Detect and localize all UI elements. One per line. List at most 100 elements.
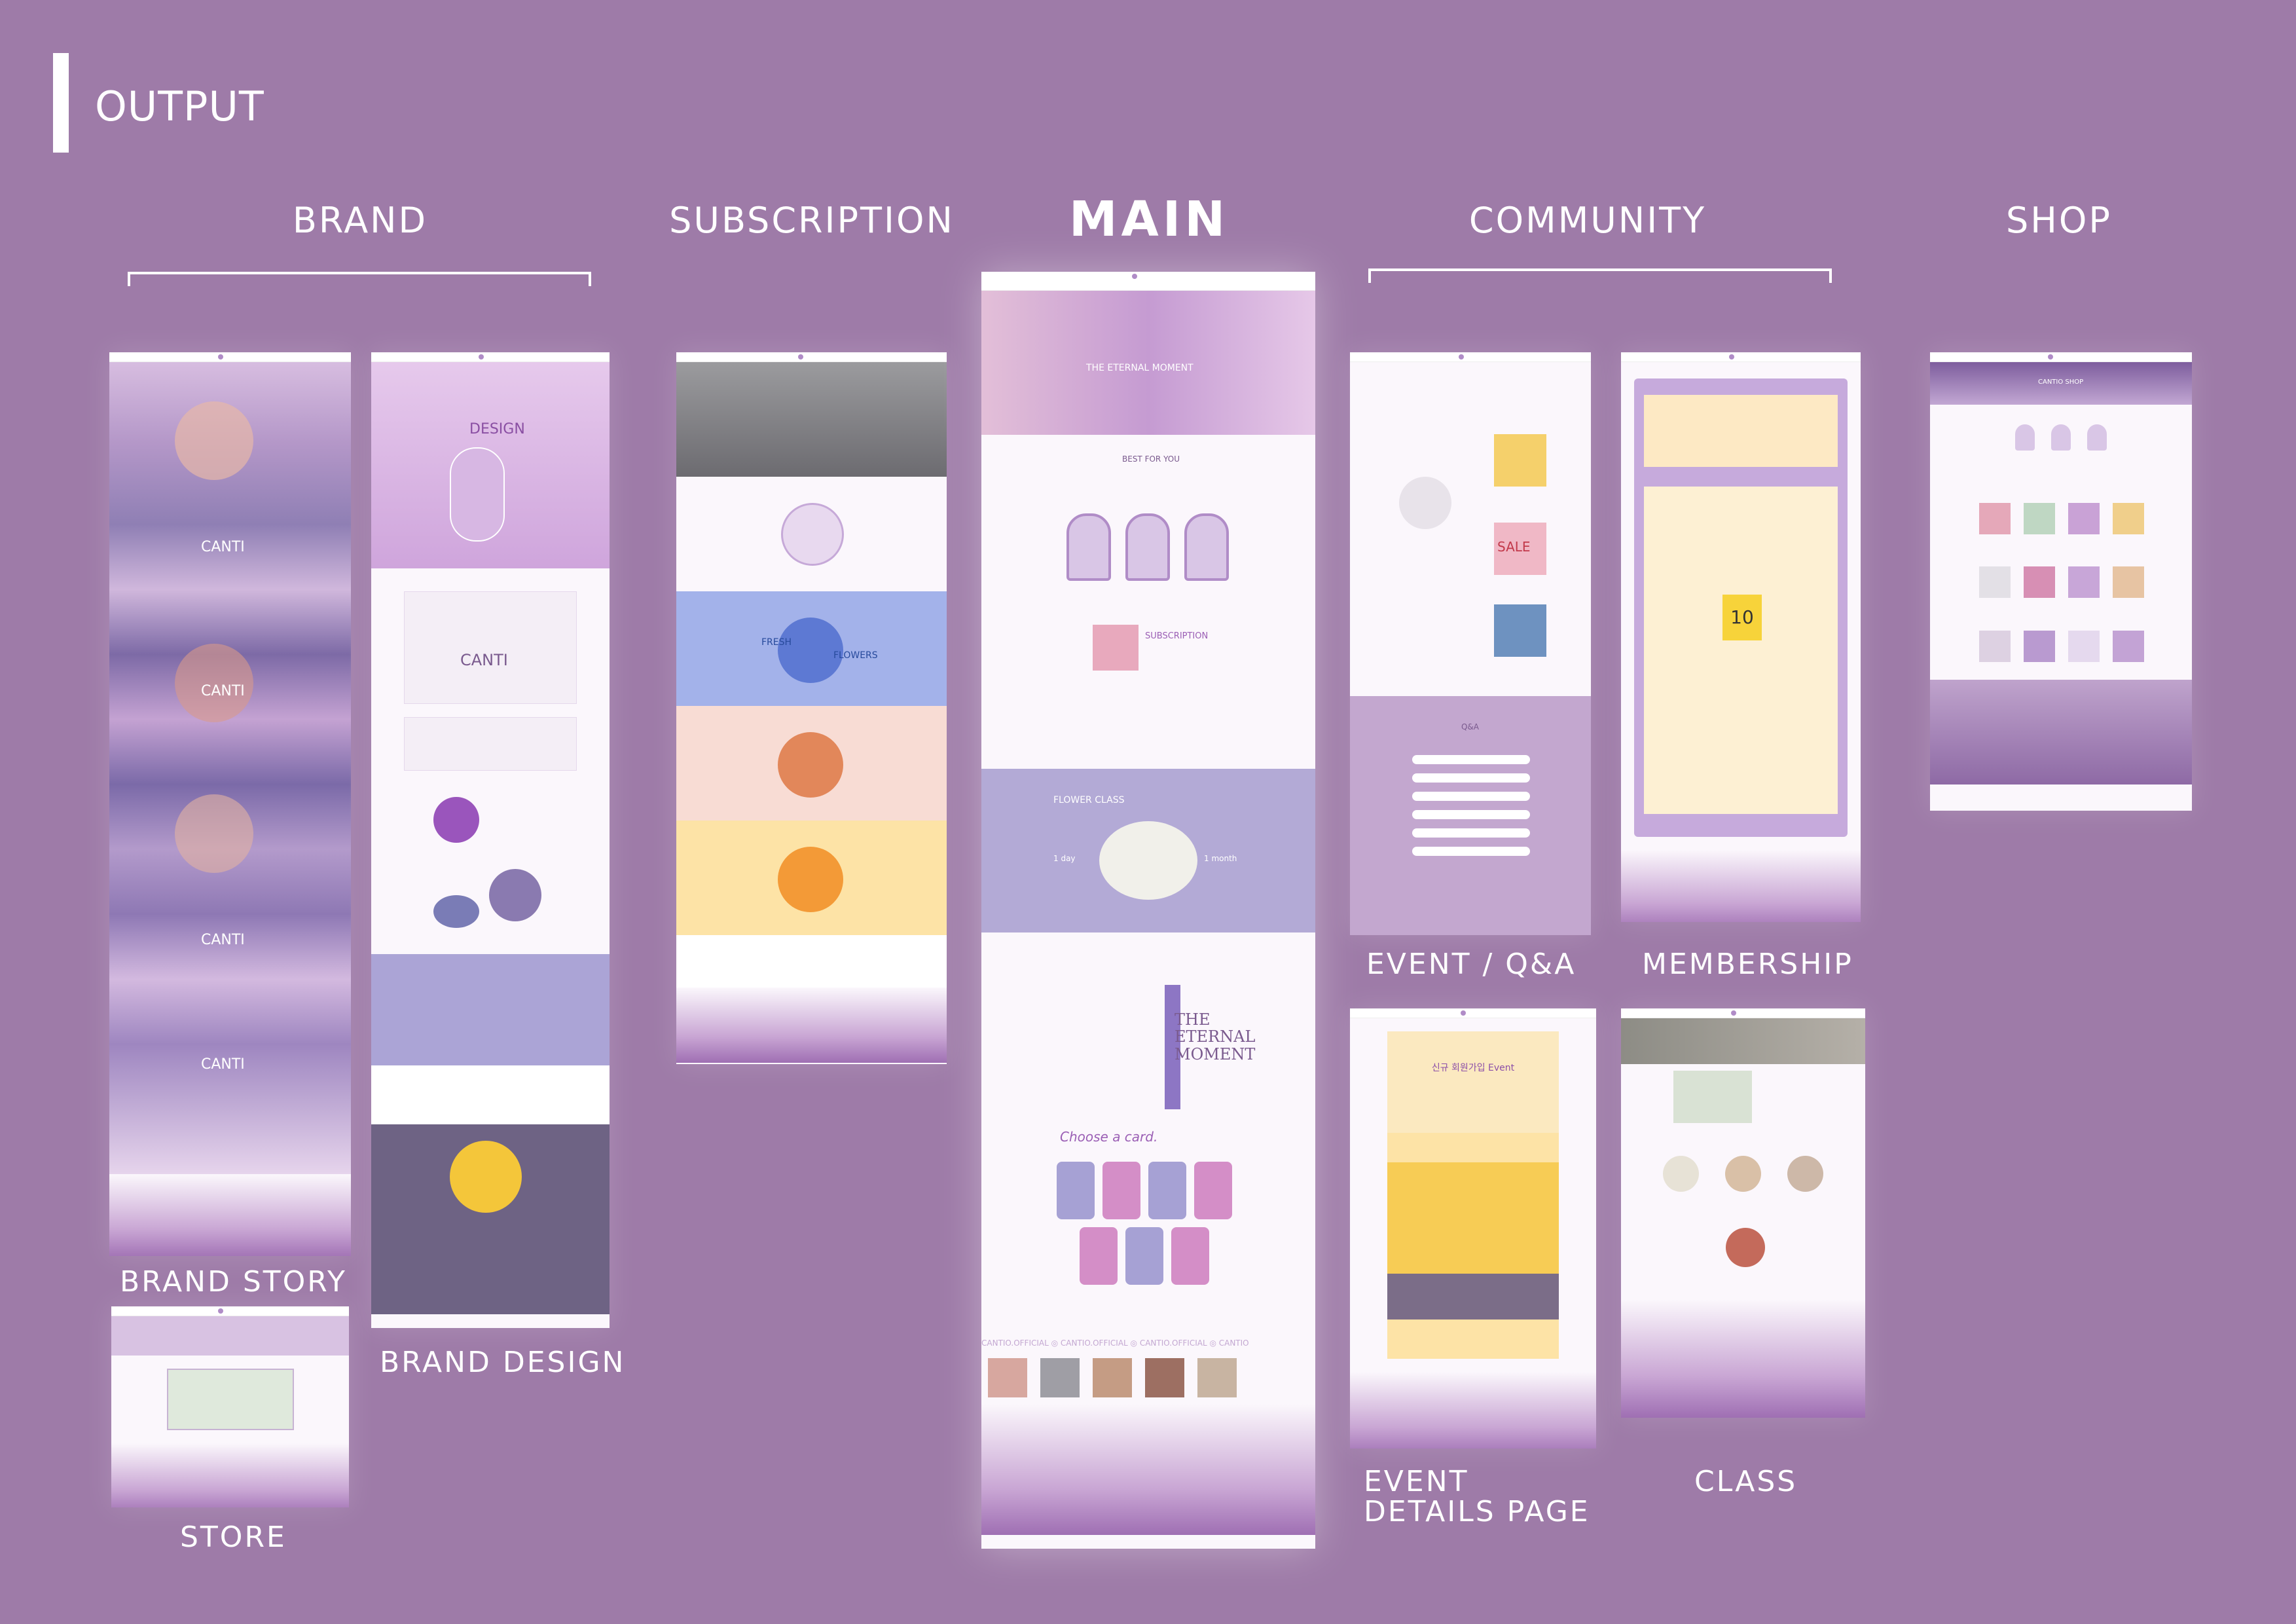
product-card[interactable] <box>2087 424 2107 451</box>
membership-benefits <box>1644 487 1838 814</box>
tarot-card[interactable] <box>1057 1162 1095 1219</box>
tarot-card[interactable] <box>1080 1227 1118 1285</box>
footer <box>676 987 947 1063</box>
caption-store: STORE <box>180 1521 287 1554</box>
product-item[interactable] <box>2068 630 2100 662</box>
product-card[interactable] <box>2015 424 2035 451</box>
tarot-card[interactable] <box>1148 1162 1186 1219</box>
moon-icon <box>450 1141 522 1213</box>
make-flowers-section <box>1621 1208 1865 1300</box>
brand-logo-text: CANTI <box>460 651 508 669</box>
portrait-image <box>175 794 253 873</box>
product-item[interactable] <box>2068 566 2100 599</box>
brand-color-section <box>371 784 610 954</box>
qa-section: Q&A <box>1350 696 1591 935</box>
community-bracket <box>1368 268 1832 283</box>
shop-hero: CANTIO SHOP <box>1930 362 2192 405</box>
event-detail-hero: 신규 회원가입 Event <box>1387 1031 1559 1133</box>
clover-plan-image <box>781 503 844 566</box>
insta-image[interactable] <box>1145 1358 1184 1397</box>
class-item-image[interactable] <box>1725 1156 1761 1192</box>
tarot-card[interactable] <box>1125 1227 1163 1285</box>
tarot-card[interactable] <box>1102 1162 1140 1219</box>
shop-footer-banner <box>1930 680 2192 784</box>
qa-item[interactable] <box>1412 847 1530 856</box>
event-card[interactable] <box>1494 604 1546 657</box>
footer <box>111 1443 349 1507</box>
product-item[interactable] <box>1979 503 2011 534</box>
header-accent-bar <box>53 53 69 153</box>
class-image <box>1099 821 1197 900</box>
product-card[interactable] <box>2051 424 2071 451</box>
event-banner <box>1387 1274 1559 1320</box>
event-qa-thumbnail[interactable]: SALE Q&A <box>1350 352 1591 935</box>
event-details-thumbnail[interactable]: 신규 회원가입 Event <box>1350 1008 1596 1449</box>
product-item[interactable] <box>2024 566 2055 599</box>
class-intro <box>1621 1064 1865 1143</box>
event-detail-card: 신규 회원가입 Event <box>1387 1031 1559 1359</box>
class-hero <box>1621 1018 1865 1064</box>
product-item[interactable] <box>2113 566 2144 599</box>
product-card[interactable] <box>1184 513 1229 581</box>
flower-class-section: FLOWER CLASS 1 day 1 month <box>981 769 1315 932</box>
qa-item[interactable] <box>1412 828 1530 838</box>
brand-story-thumbnail[interactable]: CANTI CANTI CANTI CANTI <box>109 352 351 1256</box>
product-item[interactable] <box>2024 503 2055 534</box>
qa-item[interactable] <box>1412 773 1530 783</box>
class-item-image[interactable] <box>1787 1156 1823 1192</box>
class-item-image[interactable] <box>1663 1156 1699 1192</box>
product-item[interactable] <box>2068 503 2100 534</box>
product-item[interactable] <box>1979 566 2011 599</box>
event-benefits <box>1387 1162 1559 1274</box>
product-item[interactable] <box>2024 630 2055 662</box>
store-thumbnail[interactable] <box>111 1306 349 1507</box>
thumb-nav <box>111 1306 349 1316</box>
insta-image[interactable] <box>1040 1358 1080 1397</box>
map-image <box>166 1369 294 1430</box>
membership-tiers <box>1644 395 1838 467</box>
insta-image[interactable] <box>1093 1358 1132 1397</box>
subscription-thumbnail[interactable]: FRESH FLOWERS <box>676 352 947 1064</box>
eternal-moment-section: THE ETERNAL MOMENT <box>981 932 1315 1129</box>
product-card[interactable] <box>1066 513 1111 581</box>
qa-title: Q&A <box>1461 722 1480 731</box>
event-card[interactable] <box>1494 434 1546 487</box>
column-title-brand: BRAND <box>292 200 428 241</box>
insta-image[interactable] <box>1197 1358 1237 1397</box>
brand-design-thumbnail[interactable]: DESIGN CANTI <box>371 352 610 1328</box>
best-for-you-row <box>1930 405 2192 464</box>
insta-image[interactable] <box>988 1358 1027 1397</box>
qa-item[interactable] <box>1412 810 1530 819</box>
class-thumbnail[interactable] <box>1621 1008 1865 1418</box>
event-detail-title: 신규 회원가입 Event <box>1431 1063 1515 1073</box>
product-card[interactable] <box>1125 513 1170 581</box>
membership-thumbnail[interactable]: 10 <box>1621 352 1861 922</box>
reason-a-free <box>676 821 947 935</box>
hero-text: DESIGN <box>469 421 525 437</box>
thumb-nav <box>1930 352 2192 362</box>
color-swatch <box>489 869 541 921</box>
shop-thumbnail[interactable]: CANTIO SHOP <box>1930 352 2192 811</box>
main-thumbnail[interactable]: THE ETERNAL MOMENT BEST FOR YOU SUBSCRIP… <box>981 272 1315 1549</box>
class-image <box>1673 1071 1752 1123</box>
tarot-card[interactable] <box>1171 1227 1209 1285</box>
thumb-nav <box>1621 352 1861 362</box>
caption-event-details: EVENT DETAILS PAGE <box>1364 1465 1590 1529</box>
product-item[interactable] <box>2113 503 2144 534</box>
footer <box>1621 850 1861 922</box>
brand-bracket <box>128 272 591 286</box>
choose-card-section: Choose a card. <box>981 1129 1315 1338</box>
qa-item[interactable] <box>1412 755 1530 764</box>
column-title-community: COMMUNITY <box>1468 200 1707 241</box>
tarot-card[interactable] <box>1194 1162 1232 1219</box>
main-nav <box>981 272 1315 291</box>
eternal-title: THE ETERNAL MOMENT <box>1175 1010 1256 1063</box>
product-item[interactable] <box>2113 630 2144 662</box>
product-item[interactable] <box>1979 630 2011 662</box>
hero-title: THE ETERNAL MOMENT <box>1086 363 1194 373</box>
choose-card-title: Choose a card. <box>1060 1129 1158 1145</box>
event-card[interactable] <box>1399 477 1451 529</box>
shop-title: CANTIO SHOP <box>2038 378 2084 386</box>
qa-item[interactable] <box>1412 792 1530 801</box>
logo-text: CANTI <box>201 539 245 555</box>
